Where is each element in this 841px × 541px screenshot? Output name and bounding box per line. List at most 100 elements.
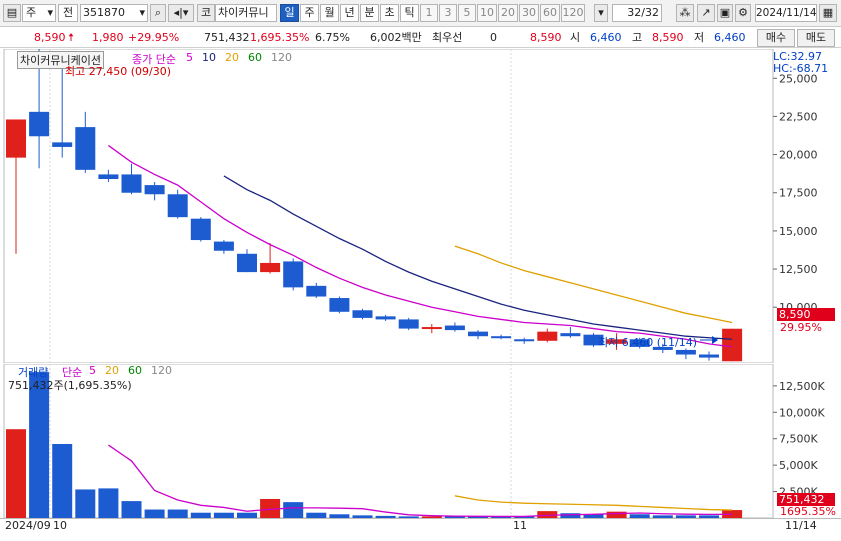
candle-body xyxy=(421,327,442,330)
gear-icon[interactable]: ⚙ xyxy=(735,4,751,22)
low-label: 저 xyxy=(694,31,705,44)
x-axis-label: 10 xyxy=(53,519,67,532)
low-annotation: 최저 6,460 (11/14) xyxy=(598,336,698,349)
y-tick-label: 7,500K xyxy=(779,433,818,446)
chevron-down-icon: ▾ xyxy=(139,6,145,19)
priority-value: 0 xyxy=(490,31,497,44)
date-field[interactable]: 2024/11/14 xyxy=(755,4,817,22)
save-icon[interactable]: ▣ xyxy=(717,4,733,22)
period-button[interactable]: 초 xyxy=(380,4,399,22)
stock-code-value: 351870 xyxy=(83,6,125,19)
buy-button[interactable]: 매수 xyxy=(757,29,795,47)
candle-body xyxy=(468,331,488,337)
interval-button[interactable]: 3 xyxy=(439,4,457,22)
candle-body xyxy=(491,336,512,339)
volume-pct-tag: 1695.35% xyxy=(780,505,836,518)
stock-name-field[interactable]: 차이커뮤니 xyxy=(215,4,277,22)
candle-body xyxy=(167,194,188,218)
y-tick-label: 20,000 xyxy=(779,149,818,162)
price-tag: 8,590 xyxy=(777,308,835,321)
volume-pct: 1,695.35% xyxy=(250,31,310,44)
first-volume-label: 751,432주(1,695.35%) xyxy=(8,379,132,392)
candle-body xyxy=(29,111,50,137)
volume-value: 751,432 xyxy=(204,31,250,44)
quote-bar: 8,590 🠅 1,980 +29.95% 751,432 1,695.35% … xyxy=(0,27,841,48)
volume-bar xyxy=(29,372,50,518)
low-price: 6,460 xyxy=(714,31,746,44)
candle-body xyxy=(283,261,304,288)
x-axis-label: 2024/09 xyxy=(5,519,51,532)
interval-button[interactable]: 60 xyxy=(540,4,560,22)
y-tick-label: 12,500K xyxy=(779,380,825,393)
interval-button[interactable]: 120 xyxy=(561,4,585,22)
candle-body xyxy=(98,174,119,179)
search-icon[interactable]: ⌕ xyxy=(150,4,166,22)
stock-code-input[interactable]: 351870 ▾ xyxy=(80,4,148,22)
ma-legend-item: 20 xyxy=(225,51,239,64)
ma-legend-item: 20 xyxy=(105,364,119,377)
ma-legend-item: 5 xyxy=(186,51,193,64)
market-type-select[interactable]: 주 ▾ xyxy=(22,4,56,22)
y-tick-label: 10,000K xyxy=(779,406,825,419)
grid-icon[interactable]: ⁂ xyxy=(676,4,694,22)
chart-toolbar: ▤ 주 ▾ 전 351870 ▾ ⌕ ◂|▾ 코 차이커뮤니 일주월년분초틱 135… xyxy=(0,0,841,27)
ma-legend-item: 120 xyxy=(151,364,172,377)
chevron-down-icon: ▾ xyxy=(47,6,53,19)
candle-body xyxy=(144,185,165,195)
period-button[interactable]: 틱 xyxy=(400,4,419,22)
sell-button[interactable]: 매도 xyxy=(797,29,835,47)
amount-value: 6,002백만 xyxy=(370,31,422,44)
candle-body xyxy=(398,319,419,329)
x-axis-label: 11 xyxy=(513,519,527,532)
candle-body xyxy=(514,339,535,342)
sound-icon[interactable]: ◂|▾ xyxy=(168,4,194,22)
period-button[interactable]: 년 xyxy=(340,4,359,22)
dropdown-chevron-icon[interactable]: ▾ xyxy=(594,4,608,22)
pct-tag: 29.95% xyxy=(780,321,822,334)
volume-bar xyxy=(75,489,96,518)
ma-legend-item: 60 xyxy=(248,51,262,64)
trend-icon[interactable]: ↗ xyxy=(697,4,715,22)
volume-bar xyxy=(283,502,304,518)
price-chart[interactable]: 10,00012,50015,00017,50020,00022,50025,0… xyxy=(0,49,841,363)
chart-type-icon[interactable]: ▤ xyxy=(3,4,21,22)
interval-button[interactable]: 1 xyxy=(420,4,438,22)
volume-bar xyxy=(144,509,165,518)
candle-body xyxy=(352,310,373,318)
period-button[interactable]: 월 xyxy=(320,4,339,22)
period-label-button[interactable]: 전 xyxy=(58,4,78,22)
candle-body xyxy=(375,316,396,320)
x-axis-label: 11/14 xyxy=(785,519,817,532)
candle-body xyxy=(190,218,211,241)
candle-body xyxy=(329,298,350,312)
ask-price: 8,590 xyxy=(530,31,562,44)
y-tick-label: 5,000K xyxy=(779,459,818,472)
market-type-value: 주 xyxy=(26,6,37,19)
name-prefix-label: 코 xyxy=(197,4,215,22)
interval-button[interactable]: 20 xyxy=(498,4,518,22)
candle-body xyxy=(75,127,96,170)
interval-button[interactable]: 5 xyxy=(458,4,476,22)
candle-body xyxy=(537,331,558,341)
volume-bar xyxy=(6,429,26,518)
priority-label: 최우선 xyxy=(432,31,463,44)
up-arrow-icon: 🠅 xyxy=(68,31,75,44)
price-chart-panel[interactable]: 10,00012,50015,00017,50020,00022,50025,0… xyxy=(0,49,841,363)
period-button[interactable]: 주 xyxy=(300,4,319,22)
volume-bar xyxy=(167,509,188,518)
volume-bar xyxy=(52,444,73,518)
interval-button[interactable]: 30 xyxy=(519,4,539,22)
ma-legend-item: 5 xyxy=(89,364,96,377)
hc-label: HC:-68.71 xyxy=(773,62,829,75)
ma-legend-item: 60 xyxy=(128,364,142,377)
y-tick-label: 17,500 xyxy=(779,187,818,200)
interval-button[interactable]: 10 xyxy=(477,4,497,22)
page-count-field[interactable]: 32/32 xyxy=(612,4,662,22)
y-tick-label: 22,500 xyxy=(779,110,818,123)
volume-chart-panel[interactable]: 2,500K5,000K7,500K10,000K12,500K 거래량 단순 … xyxy=(0,364,841,518)
open-price: 6,460 xyxy=(590,31,622,44)
candle-body xyxy=(121,174,142,193)
period-button[interactable]: 일 xyxy=(280,4,299,22)
calendar-icon[interactable]: ▦ xyxy=(819,4,837,22)
period-button[interactable]: 분 xyxy=(360,4,379,22)
